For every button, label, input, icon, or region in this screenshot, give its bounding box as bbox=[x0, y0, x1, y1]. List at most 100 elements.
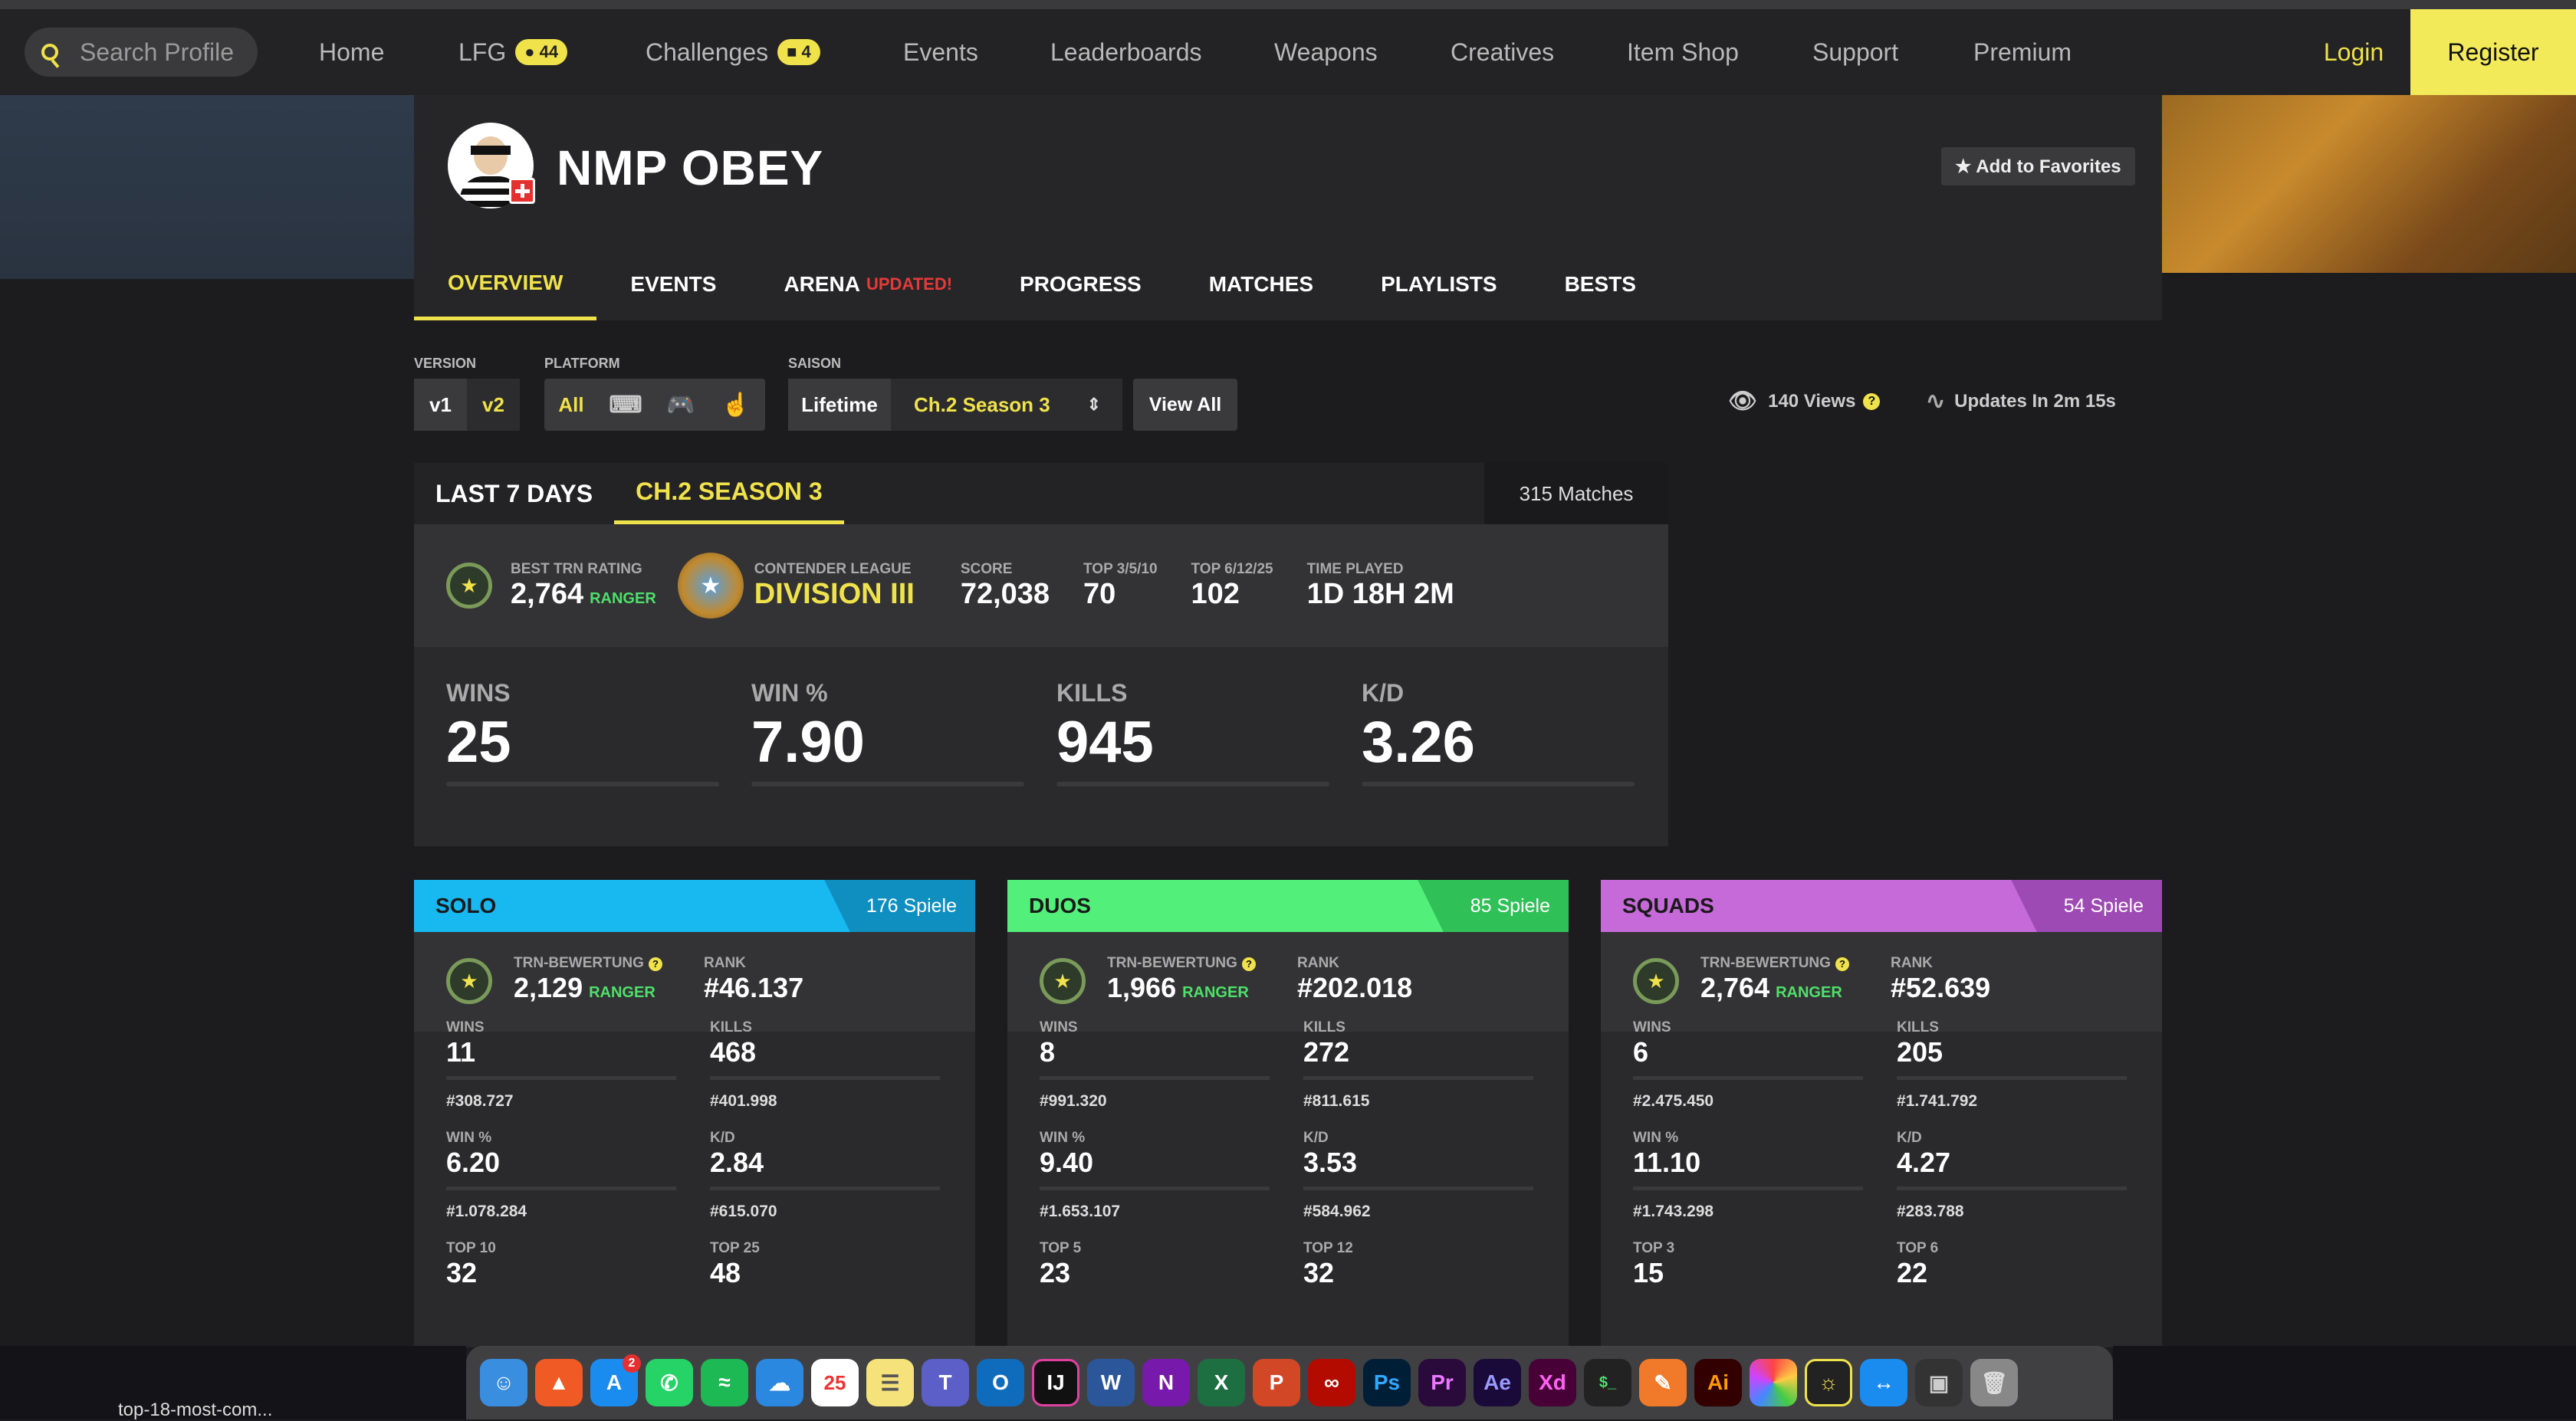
mode-card-solo: SOLO 176 Spiele ★ TRN-BEWERTUNG? 2,129 RANGER… bbox=[414, 880, 975, 1347]
nav-item-events[interactable]: Events bbox=[903, 28, 978, 77]
top3-label: TOP 3/5/10 bbox=[1083, 560, 1158, 577]
challenges-count-badge: ■ 4 bbox=[777, 39, 820, 65]
score-value: 72,038 bbox=[960, 577, 1050, 610]
pen-icon[interactable]: ✎ bbox=[1639, 1359, 1687, 1406]
tier-label: RANGER bbox=[1182, 984, 1249, 1001]
gamepad-icon[interactable]: 🎮 bbox=[653, 379, 708, 431]
mode-stat: KILLS 468 #401.998 bbox=[710, 1019, 940, 1111]
spotify-icon[interactable]: ≈ bbox=[701, 1359, 748, 1406]
rank-value: #202.018 bbox=[1297, 972, 1413, 1003]
whatsapp-icon[interactable]: ✆ bbox=[646, 1359, 693, 1406]
tab-playlists[interactable]: PLAYLISTS bbox=[1347, 248, 1530, 320]
photos-icon[interactable] bbox=[1750, 1359, 1797, 1406]
browser-download-bar: top-18-most-com... bbox=[0, 1346, 466, 1421]
tab-bests[interactable]: BESTS bbox=[1531, 248, 1670, 320]
acrobat-icon[interactable]: ∞ bbox=[1308, 1359, 1355, 1406]
terminal-icon[interactable]: $_ bbox=[1584, 1359, 1631, 1406]
nav-item-challenges[interactable]: Challenges ■ 4 bbox=[646, 28, 820, 77]
premiere-icon[interactable]: Pr bbox=[1418, 1359, 1466, 1406]
mode-stat: TOP 10 32 bbox=[446, 1240, 496, 1288]
camera-icon[interactable]: ▣ bbox=[1915, 1359, 1963, 1406]
time-played-value: 1D 18H 2M bbox=[1306, 577, 1454, 610]
platform-all-button[interactable]: All bbox=[544, 379, 598, 431]
nav-item-leaderboards[interactable]: Leaderboards bbox=[1050, 28, 1201, 77]
mode-stat: TOP 3 15 bbox=[1633, 1240, 1675, 1288]
profile-name: NMP OBEY bbox=[557, 140, 824, 195]
tab-progress[interactable]: PROGRESS bbox=[986, 248, 1175, 320]
excel-icon[interactable]: X bbox=[1198, 1359, 1245, 1406]
macos-dock: ☺ ▲ A2 ✆ ≈ ☁ 25 ☰ T O IJ W N X P ∞ Ps Pr… bbox=[466, 1346, 2113, 1419]
illustrator-icon[interactable]: Ai bbox=[1694, 1359, 1742, 1406]
mode-card-duos: DUOS 85 Spiele ★ TRN-BEWERTUNG? 1,966 RANGER R… bbox=[1007, 880, 1569, 1347]
mode-stat: WINS 8 #991.320 bbox=[1040, 1019, 1270, 1111]
mode-stat: WIN % 9.40 #1.653.107 bbox=[1040, 1130, 1270, 1221]
tier-label: RANGER bbox=[1776, 984, 1842, 1001]
powerpoint-icon[interactable]: P bbox=[1253, 1359, 1300, 1406]
brave-icon[interactable]: ▲ bbox=[535, 1359, 583, 1406]
stat-kd: K/D 3.26 bbox=[1362, 679, 1635, 786]
mode-stat: K/D 3.53 #584.962 bbox=[1303, 1130, 1533, 1221]
version-v1-button[interactable]: v1 bbox=[414, 379, 467, 431]
xd-icon[interactable]: Xd bbox=[1529, 1359, 1576, 1406]
teams-icon[interactable]: T bbox=[922, 1359, 969, 1406]
banner-image-left bbox=[0, 95, 414, 279]
nav-item-weapons[interactable]: Weapons bbox=[1274, 28, 1378, 77]
touch-icon[interactable]: ☝ bbox=[708, 379, 764, 431]
word-icon[interactable]: W bbox=[1087, 1359, 1135, 1406]
tab-arena[interactable]: ARENA UPDATED! bbox=[750, 248, 986, 320]
mode-stat: K/D 2.84 #615.070 bbox=[710, 1130, 940, 1221]
mode-stat: TOP 6 22 bbox=[1897, 1240, 1939, 1288]
tab-last-7-days[interactable]: LAST 7 DAYS bbox=[414, 463, 614, 524]
keyboard-icon[interactable]: ⌨ bbox=[598, 379, 653, 431]
top6-value: 102 bbox=[1191, 577, 1240, 610]
nav-item-creatives[interactable]: Creatives bbox=[1451, 28, 1554, 77]
swiss-flag-icon bbox=[509, 178, 535, 204]
outlook-icon[interactable]: O bbox=[977, 1359, 1024, 1406]
nav-item-premium[interactable]: Premium bbox=[1973, 28, 2072, 77]
tab-events[interactable]: EVENTS bbox=[596, 248, 750, 320]
search-input[interactable]: Search Profile bbox=[25, 28, 258, 77]
download-item[interactable]: top-18-most-com... bbox=[118, 1400, 272, 1421]
finder-icon[interactable]: ☺ bbox=[480, 1359, 527, 1406]
notes-icon[interactable]: ☰ bbox=[866, 1359, 914, 1406]
onedrive-icon[interactable]: ☁ bbox=[756, 1359, 803, 1406]
view-all-button[interactable]: View All bbox=[1133, 379, 1237, 431]
profile-header: NMP OBEY ★ Add to Favorites OVERVIEW EVE… bbox=[414, 95, 2162, 320]
nav-item-lfg[interactable]: LFG ● 44 bbox=[458, 28, 568, 77]
banner-image-right bbox=[2162, 95, 2576, 273]
login-link[interactable]: Login bbox=[2300, 9, 2407, 95]
help-icon[interactable]: ? bbox=[1863, 392, 1881, 410]
rating-label: TRN-BEWERTUNG bbox=[1107, 955, 1237, 971]
after-effects-icon[interactable]: Ae bbox=[1474, 1359, 1521, 1406]
onenote-icon[interactable]: N bbox=[1142, 1359, 1190, 1406]
photoshop-icon[interactable]: Ps bbox=[1363, 1359, 1411, 1406]
nav-item-item-shop[interactable]: Item Shop bbox=[1627, 28, 1739, 77]
tab-ch2-season-3[interactable]: CH.2 SEASON 3 bbox=[614, 463, 844, 524]
help-icon[interactable]: ? bbox=[648, 957, 662, 971]
help-icon[interactable]: ? bbox=[1835, 957, 1849, 971]
mode-rating-row: ★ TRN-BEWERTUNG? 1,966 RANGER RANK #202.018 bbox=[1007, 932, 1569, 1032]
register-button[interactable]: Register bbox=[2410, 9, 2576, 95]
nav-item-support[interactable]: Support bbox=[1812, 28, 1898, 77]
mode-header: DUOS 85 Spiele bbox=[1007, 880, 1569, 932]
help-icon[interactable]: ? bbox=[1241, 957, 1256, 971]
intellij-icon[interactable]: IJ bbox=[1032, 1359, 1079, 1406]
tier-label: RANGER bbox=[590, 589, 656, 607]
tab-matches[interactable]: MATCHES bbox=[1175, 248, 1347, 320]
teamviewer-icon[interactable]: ↔ bbox=[1860, 1359, 1907, 1406]
lifetime-button[interactable]: Lifetime bbox=[788, 379, 891, 431]
season-dropdown[interactable]: Ch.2 Season 3 ⇕ bbox=[891, 379, 1122, 431]
app-icon[interactable]: ☼ bbox=[1805, 1359, 1852, 1406]
calendar-icon[interactable]: 25 bbox=[811, 1359, 859, 1406]
rank-label: RANK bbox=[1297, 955, 1339, 971]
time-played-label: TIME PLAYED bbox=[1306, 560, 1404, 577]
add-to-favorites-button[interactable]: ★ Add to Favorites bbox=[1941, 147, 2135, 185]
stat-win-percent: WIN % 7.90 bbox=[751, 679, 1024, 786]
trash-icon[interactable]: 🗑 bbox=[1970, 1359, 2018, 1406]
tab-overview[interactable]: OVERVIEW bbox=[414, 248, 597, 320]
rating-label: TRN-BEWERTUNG bbox=[1700, 955, 1831, 971]
nav-item-home[interactable]: Home bbox=[319, 28, 384, 77]
version-v2-button[interactable]: v2 bbox=[467, 379, 520, 431]
app-store-icon[interactable]: A2 bbox=[590, 1354, 641, 1406]
mode-header: SQUADS 54 Spiele bbox=[1601, 880, 2162, 932]
